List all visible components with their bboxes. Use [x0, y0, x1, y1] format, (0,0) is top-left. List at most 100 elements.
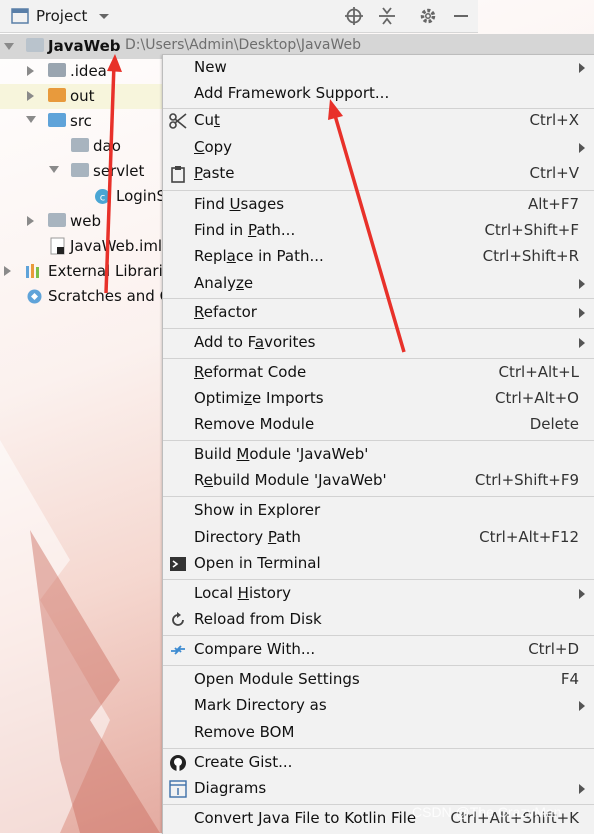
menu-item-reformat-code[interactable]: Reformat Code Ctrl+Alt+L [163, 360, 594, 386]
expand-arrow-icon[interactable] [26, 116, 36, 123]
menu-item-optimize-imports[interactable]: Optimize Imports Ctrl+Alt+O [163, 386, 594, 412]
menu-item-label: Add Framework Support... [194, 84, 390, 102]
menu-item-label: Convert Java File to Kotlin File [194, 809, 417, 827]
menu-item-build-module[interactable]: Build Module 'JavaWeb' [163, 442, 594, 468]
expand-arrow-icon[interactable] [27, 216, 34, 226]
menu-item-local-history[interactable]: Local History [163, 581, 594, 607]
menu-item-label: Refactor [194, 303, 257, 321]
expand-arrow-icon[interactable] [27, 91, 34, 101]
menu-item-open-in-terminal[interactable]: Open in Terminal [163, 551, 594, 577]
menu-item-shortcut: Ctrl+Shift+F9 [474, 471, 579, 489]
menu-item-label: Reformat Code [194, 363, 307, 381]
expand-arrow-icon[interactable] [49, 166, 59, 173]
menu-item-shortcut: Alt+F7 [527, 195, 579, 213]
menu-separator [163, 440, 594, 441]
menu-item-find-usages[interactable]: Find Usages Alt+F7 [163, 192, 594, 218]
diagram-icon [169, 780, 187, 798]
menu-item-shortcut: Ctrl+X [529, 111, 579, 129]
submenu-arrow-icon [579, 701, 585, 711]
menu-item-shortcut: Ctrl+Alt+F12 [479, 528, 579, 546]
menu-item-label: Remove BOM [194, 723, 295, 741]
menu-item-mark-directory-as[interactable]: Mark Directory as [163, 693, 594, 719]
menu-item-cut[interactable]: Cut Ctrl+X [163, 108, 594, 134]
tree-item-label: web [70, 212, 102, 230]
menu-separator [163, 665, 594, 666]
menu-item-label: Build Module 'JavaWeb' [194, 445, 369, 463]
menu-separator [163, 328, 594, 329]
tree-item-external-libraries[interactable]: External Librarie [0, 259, 172, 284]
expand-arrow-icon[interactable] [4, 43, 14, 50]
toolbar-title[interactable]: Project [36, 7, 87, 25]
menu-item-label: Rebuild Module 'JavaWeb' [194, 471, 387, 489]
tree-item-label: .idea [70, 62, 107, 80]
scissors-icon [169, 112, 187, 130]
menu-item-create-gist[interactable]: Create Gist... [163, 750, 594, 776]
submenu-arrow-icon [579, 279, 585, 289]
menu-item-paste[interactable]: Paste Ctrl+V [163, 161, 594, 187]
menu-item-label: Cut [194, 111, 220, 129]
menu-item-find-in-path[interactable]: Find in Path... Ctrl+Shift+F [163, 218, 594, 244]
tree-item-idea[interactable]: .idea [0, 59, 162, 84]
menu-item-label: Remove Module [194, 415, 315, 433]
collapse-icon[interactable] [377, 6, 397, 26]
menu-item-compare-with[interactable]: Compare With... Ctrl+D [163, 637, 594, 663]
menu-item-remove-bom[interactable]: Remove BOM [163, 720, 594, 746]
excluded-folder-icon [48, 88, 66, 102]
menu-item-add-framework-support[interactable]: Add Framework Support... [163, 81, 594, 107]
root-path: D:\Users\Admin\Desktop\JavaWeb [125, 37, 362, 53]
menu-item-rebuild-module[interactable]: Rebuild Module 'JavaWeb' Ctrl+Shift+F9 [163, 468, 594, 494]
locate-icon[interactable] [344, 6, 364, 26]
context-menu: New Add Framework Support... Cut Ctrl+X Copy… [162, 54, 594, 834]
library-icon [26, 264, 39, 278]
menu-item-replace-in-path[interactable]: Replace in Path... Ctrl+Shift+R [163, 244, 594, 270]
expand-arrow-icon[interactable] [4, 266, 11, 276]
tree-item-src[interactable]: src [0, 109, 162, 134]
menu-item-add-to-favorites[interactable]: Add to Favorites [163, 330, 594, 356]
svg-text:c: c [100, 193, 106, 204]
tree-item-web[interactable]: web [0, 209, 162, 234]
tree-item-loginservlet[interactable]: c LoginS [0, 184, 166, 209]
menu-separator [163, 190, 594, 191]
menu-item-directory-path[interactable]: Directory Path Ctrl+Alt+F12 [163, 525, 594, 551]
menu-item-analyze[interactable]: Analyze [163, 271, 594, 297]
tree-item-servlet[interactable]: servlet [0, 159, 162, 184]
menu-item-label: Directory Path [194, 528, 301, 546]
tree-item-scratches[interactable]: Scratches and C [0, 284, 170, 309]
menu-item-show-in-explorer[interactable]: Show in Explorer [163, 498, 594, 524]
reload-icon [169, 611, 187, 629]
menu-item-remove-module[interactable]: Remove Module Delete [163, 412, 594, 438]
menu-item-copy[interactable]: Copy [163, 135, 594, 161]
tree-item-label: servlet [93, 162, 145, 180]
menu-item-refactor[interactable]: Refactor [163, 300, 594, 326]
menu-item-open-module-settings[interactable]: Open Module Settings F4 [163, 667, 594, 693]
menu-item-label: Show in Explorer [194, 501, 321, 519]
menu-item-label: Diagrams [194, 779, 267, 797]
gear-icon[interactable] [418, 6, 438, 26]
menu-item-label: New [194, 58, 227, 76]
expand-arrow-icon[interactable] [27, 66, 34, 76]
package-icon [71, 138, 89, 152]
menu-item-new[interactable]: New [163, 55, 594, 81]
dropdown-icon[interactable] [94, 6, 114, 26]
tree-item-dao[interactable]: dao [0, 134, 162, 159]
github-icon [169, 754, 187, 772]
iml-file-icon [50, 237, 65, 255]
tree-item-iml[interactable]: JavaWeb.iml [0, 234, 162, 259]
menu-item-shortcut: Ctrl+Shift+R [482, 247, 579, 265]
scratches-icon [27, 289, 42, 304]
menu-item-label: Compare With... [194, 640, 316, 658]
submenu-arrow-icon [579, 308, 585, 318]
tree-item-out[interactable]: out [0, 84, 162, 109]
menu-item-shortcut: Ctrl+Shift+F [484, 221, 579, 239]
menu-separator [163, 298, 594, 299]
web-folder-icon [48, 213, 66, 227]
source-folder-icon [48, 113, 66, 127]
background-art [0, 440, 160, 833]
menu-item-shortcut: Ctrl+D [528, 640, 579, 658]
package-icon [71, 163, 89, 177]
menu-item-diagrams[interactable]: Diagrams [163, 776, 594, 802]
minimize-icon[interactable] [451, 6, 471, 26]
compare-icon [169, 641, 187, 659]
menu-separator [163, 496, 594, 497]
menu-item-reload-from-disk[interactable]: Reload from Disk [163, 607, 594, 633]
